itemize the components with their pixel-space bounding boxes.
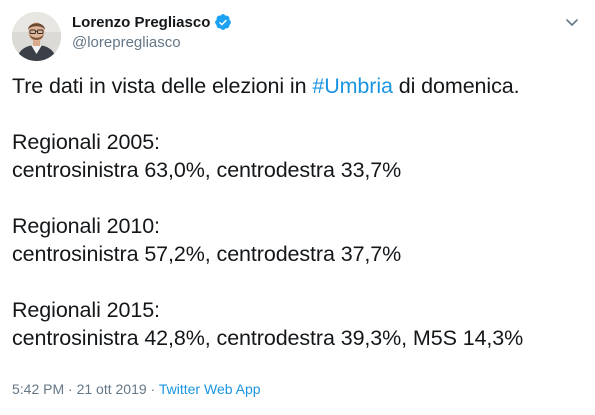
chevron-down-icon[interactable] [564,14,580,30]
block-heading: Regionali 2005: [12,130,160,154]
tweet-text: Tre dati in vista delle elezioni in #Umb… [12,72,582,352]
block-heading: Regionali 2015: [12,298,160,322]
intro-text-after: di domenica. [392,74,520,98]
tweet-time[interactable]: 5:42 PM [12,381,64,397]
author-handle[interactable]: @lorepregliasco [72,34,181,51]
author-name-row: Lorenzo Pregliasco [72,13,232,31]
block-results: centrosinistra 42,8%, centrodestra 39,3%… [12,326,524,350]
verified-badge-icon [214,13,232,31]
avatar[interactable] [12,12,61,61]
hashtag-link[interactable]: #Umbria [312,74,393,98]
tweet-source-link[interactable]: Twitter Web App [159,381,261,397]
tweet-card: Lorenzo Pregliasco @lorepregliasco Tre d… [0,0,595,415]
meta-separator: · [146,381,159,397]
tweet-date[interactable]: 21 ott 2019 [77,381,147,397]
block-results: centrosinistra 57,2%, centrodestra 37,7% [12,242,402,266]
block-heading: Regionali 2010: [12,214,160,238]
tweet-intro-line: Tre dati in vista delle elezioni in #Umb… [12,72,582,100]
intro-text-before: Tre dati in vista delle elezioni in [12,74,313,98]
block-results: centrosinistra 63,0%, centrodestra 33,7% [12,158,402,182]
tweet-meta: 5:42 PM · 21 ott 2019 · Twitter Web App [12,381,261,397]
author-display-name[interactable]: Lorenzo Pregliasco [72,14,210,31]
avatar-photo [12,12,61,61]
meta-separator: · [64,381,77,397]
